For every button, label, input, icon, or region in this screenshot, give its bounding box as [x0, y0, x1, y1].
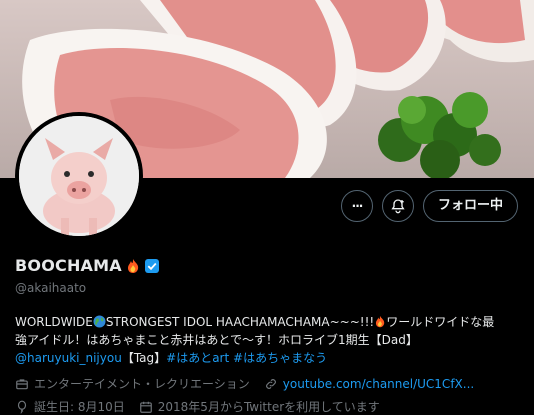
avatar-image: [19, 116, 139, 236]
verified-badge-icon[interactable]: [144, 258, 160, 274]
joined-item: 2018年5月からTwitterを利用しています: [139, 398, 380, 415]
briefcase-icon: [16, 378, 28, 389]
bio-text: WORLDWIDE: [15, 315, 93, 329]
bio-text: 【Tag】: [121, 351, 167, 365]
bio-text: STRONGEST IDOL HAACHAMACHAMA~~~!!!: [105, 315, 375, 329]
notifications-button[interactable]: [381, 190, 414, 222]
bio-line-1: WORLDWIDE STRONGEST IDOL HAACHAMACHAMA~~…: [15, 313, 527, 331]
joined-label: 2018年5月からTwitterを利用しています: [157, 400, 380, 414]
fire-emoji: [127, 258, 138, 273]
bell-plus-icon: [391, 199, 405, 214]
mention-link[interactable]: @haruyuki_nijyou: [15, 351, 122, 365]
bio-line-3: @haruyuki_nijyou【Tag】#はあとart #はあちゃまなう: [15, 349, 527, 367]
category-label: エンターテイメント・レクリエーション: [34, 377, 250, 391]
birthday-item: 誕生日: 8月10日: [15, 398, 125, 415]
link-icon: [265, 378, 276, 389]
display-name: BOOCHAMA: [15, 256, 122, 275]
user-handle: @akaihaato: [15, 281, 87, 295]
bio-text: ワールドワイドな最: [386, 315, 495, 329]
category-item: エンターテイメント・レクリエーション: [15, 375, 250, 392]
balloon-icon: [17, 400, 27, 414]
avatar[interactable]: [15, 112, 143, 240]
calendar-icon: [139, 401, 152, 413]
bio-line-2: 強アイドル！はあちゃまこと赤井はあとで〜す！ホロライブ1期生【Dad】: [15, 333, 418, 347]
profile-actions: ··· フォロー中: [340, 190, 518, 222]
hashtag-link[interactable]: #はあとart: [166, 351, 229, 365]
website-link[interactable]: youtube.com/channel/UC1CfX...: [283, 377, 474, 391]
profile-bio: WORLDWIDE STRONGEST IDOL HAACHAMACHAMA~~…: [15, 313, 527, 367]
more-button[interactable]: ···: [340, 190, 373, 222]
following-button[interactable]: フォロー中: [422, 190, 518, 222]
profile-meta-row-2: 誕生日: 8月10日 2018年5月からTwitterを利用しています: [15, 398, 527, 415]
globe-emoji: [93, 315, 106, 328]
birthday-label: 誕生日: 8月10日: [34, 400, 125, 414]
profile-meta-row-1: エンターテイメント・レクリエーション youtube.com/channel/U…: [15, 375, 527, 392]
fire-emoji: [376, 315, 385, 328]
display-name-row: BOOCHAMA: [15, 256, 160, 275]
more-icon: ···: [351, 199, 364, 213]
hashtag-link[interactable]: #はあちゃまなう: [233, 351, 327, 365]
website-item[interactable]: youtube.com/channel/UC1CfX...: [264, 377, 474, 391]
